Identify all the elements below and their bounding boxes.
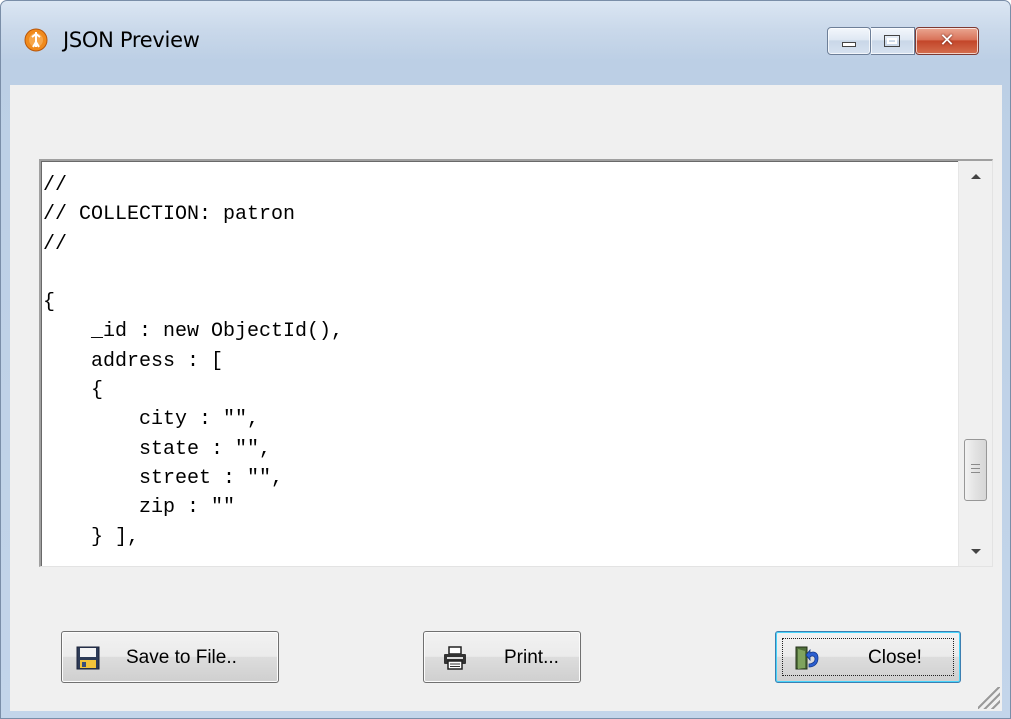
code-line: street : "",	[43, 466, 284, 490]
code-line: {	[43, 379, 104, 403]
save-to-file-button[interactable]: Save to File..	[61, 631, 279, 683]
window-title: JSON Preview	[63, 28, 200, 52]
code-line: zip : ""	[43, 496, 236, 520]
json-preview-text: // // COLLECTION: patron // { _id : new …	[43, 171, 343, 552]
vertical-scrollbar[interactable]	[958, 161, 992, 566]
json-preview-window: JSON Preview ✕ // // COLLECTION: patron …	[0, 0, 1011, 719]
code-line: state : "",	[43, 437, 272, 461]
save-button-label: Save to File..	[126, 647, 237, 668]
code-line: //	[43, 174, 68, 197]
dialog-client-area: // // COLLECTION: patron // { _id : new …	[10, 85, 1002, 711]
printer-icon	[442, 645, 468, 671]
close-window-button[interactable]: ✕	[915, 27, 979, 55]
thumb-grip-icon	[971, 464, 980, 475]
title-bar[interactable]: JSON Preview ✕	[1, 1, 1010, 85]
maximize-icon	[884, 35, 900, 47]
close-icon: ✕	[939, 30, 955, 51]
scroll-down-arrow-icon[interactable]	[959, 536, 992, 566]
minimize-button[interactable]	[827, 27, 871, 55]
scroll-up-arrow-icon[interactable]	[959, 161, 992, 191]
close-button[interactable]: Close!	[775, 631, 961, 683]
scrollbar-thumb[interactable]	[964, 439, 987, 501]
code-line: } ],	[43, 525, 140, 549]
resize-grip-icon[interactable]	[978, 687, 1000, 709]
code-line: {	[43, 291, 56, 315]
json-preview-textarea[interactable]: // // COLLECTION: patron // { _id : new …	[39, 159, 993, 567]
code-line: // COLLECTION: patron	[43, 203, 296, 227]
close-button-label: Close!	[868, 647, 922, 668]
print-button-label: Print...	[504, 647, 559, 668]
app-logo-icon	[24, 28, 48, 52]
floppy-disk-icon	[75, 645, 101, 671]
code-line: address : [	[43, 349, 224, 373]
maximize-button[interactable]	[871, 27, 915, 55]
print-button[interactable]: Print...	[423, 631, 581, 683]
minimize-icon	[842, 42, 856, 47]
code-line: //	[43, 232, 68, 256]
code-line: _id : new ObjectId(),	[43, 320, 344, 344]
code-line: city : "",	[43, 408, 260, 432]
exit-door-icon	[794, 645, 820, 671]
